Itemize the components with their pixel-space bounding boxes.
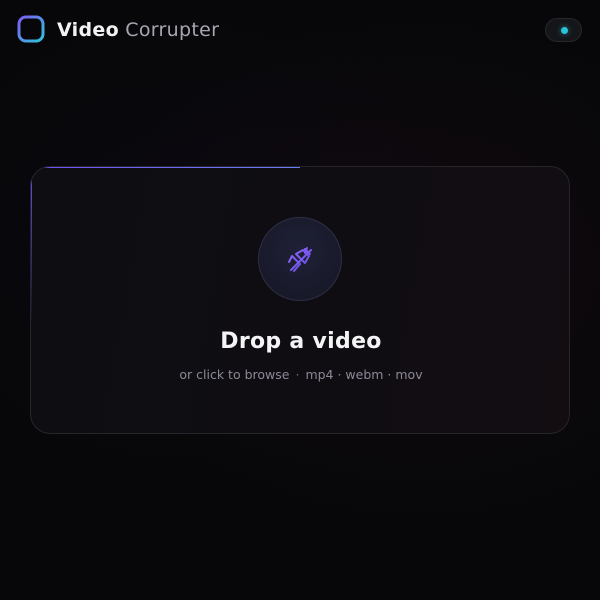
upload-progress-track: [31, 167, 569, 168]
app-header: Video Corrupter: [0, 0, 600, 60]
upload-progress-fill: [31, 167, 300, 168]
video-dropzone[interactable]: Drop a video or click to browse · mp4 · we…: [30, 166, 570, 434]
status-toggle[interactable]: [545, 18, 582, 42]
dropzone-hint: or click to browse · mp4 · webm · mov: [31, 367, 569, 382]
app-title-secondary: Corrupter: [125, 19, 220, 41]
dropzone-icon-badge: [258, 217, 342, 301]
supported-formats: mp4 · webm · mov: [305, 367, 423, 382]
crossed-bell-icon: [288, 247, 312, 272]
status-dot-icon: [561, 27, 568, 34]
dropzone-accent-edge: [31, 167, 32, 327]
app-title: Video Corrupter: [57, 19, 219, 41]
hint-separator: ·: [295, 367, 300, 382]
app-title-primary: Video: [57, 19, 119, 41]
app-logo-icon: [17, 15, 45, 43]
browse-link[interactable]: or click to browse: [179, 367, 289, 382]
dropzone-title: Drop a video: [220, 329, 382, 354]
